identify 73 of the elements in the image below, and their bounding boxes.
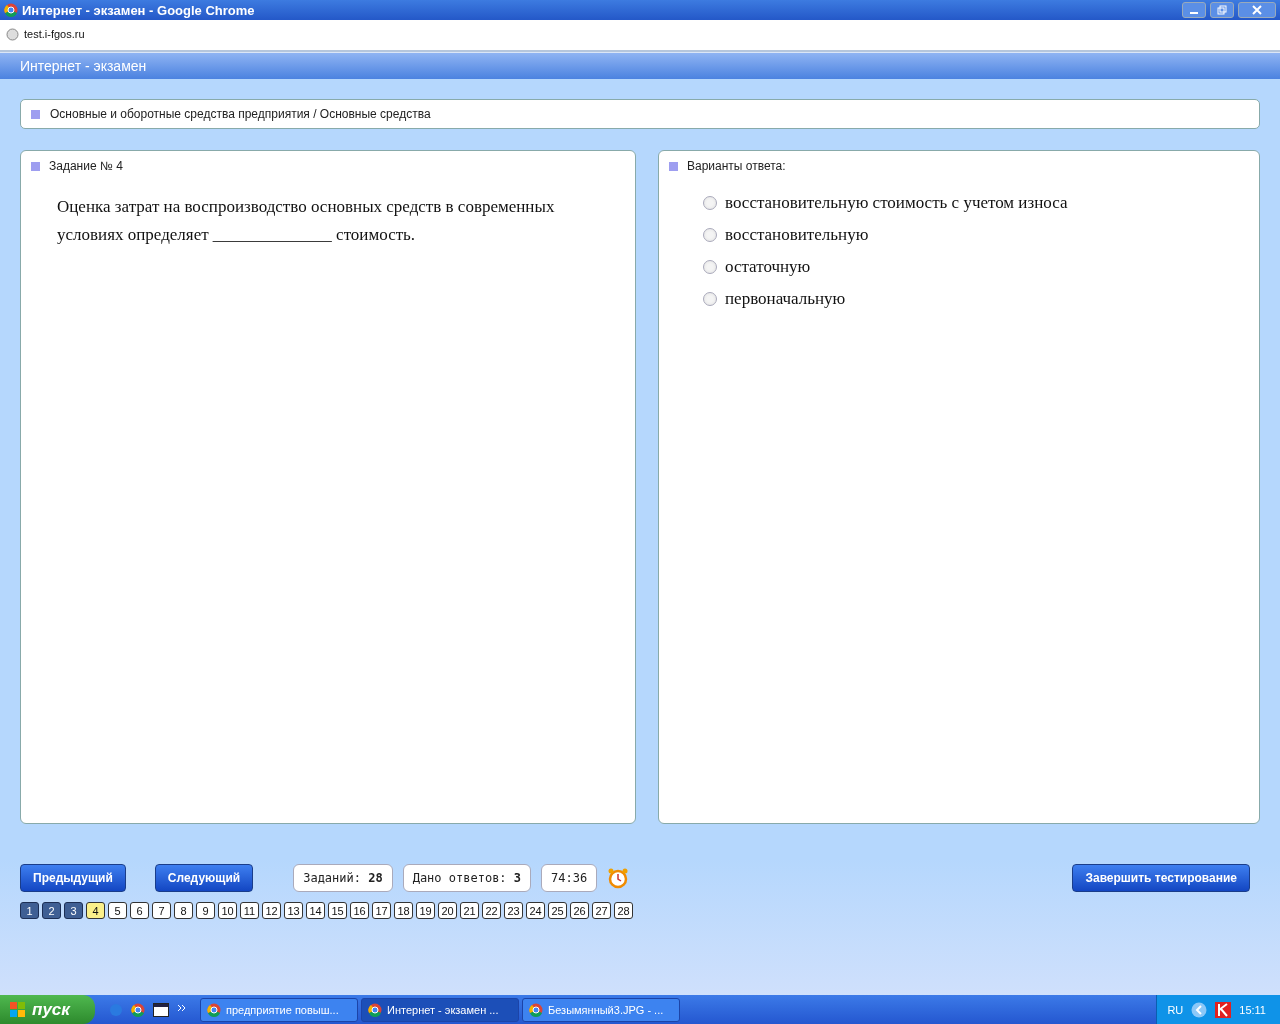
stat-label: Заданий: 28: [293, 864, 393, 892]
minimize-button[interactable]: [1182, 2, 1206, 18]
option-label: восстановительную стоимость с учетом износа: [725, 193, 1068, 213]
page-number-button[interactable]: 27: [592, 902, 611, 919]
page-number-button[interactable]: 25: [548, 902, 567, 919]
question-text: Оценка затрат на воспроизводство основных средств в современных условиях определяет ______________ стоимость.: [57, 196, 556, 246]
browser-logo-icon: [131, 1002, 145, 1017]
square-icon: [31, 161, 40, 171]
page-number-button[interactable]: 20: [438, 902, 457, 919]
page-number-button[interactable]: 24: [526, 902, 545, 919]
window-icon[interactable]: [153, 1002, 169, 1017]
restore-button[interactable]: [1210, 2, 1234, 18]
browser-logo-icon: [368, 1002, 382, 1017]
browser-logo-icon: [4, 3, 18, 17]
radio-button[interactable]: [703, 228, 717, 242]
page-number-button[interactable]: 28: [614, 902, 633, 919]
page-number-button[interactable]: 21: [460, 902, 479, 919]
taskbar-window-button[interactable]: Безымянный3.JPG - ...: [522, 997, 680, 1022]
option-label: остаточную: [725, 257, 811, 277]
breadcrumb-text: Основные и оборотные средства предприятия / Основные средства: [50, 107, 431, 121]
next-button[interactable]: Следующий: [154, 864, 254, 892]
previous-button[interactable]: Предыдущий: [20, 864, 126, 892]
page-number-button[interactable]: 6: [130, 902, 149, 919]
page-number-button[interactable]: 16: [350, 902, 369, 919]
url-text: test.i-fgos.ru: [24, 28, 85, 40]
page-number-button[interactable]: 11: [240, 902, 259, 919]
page-number-button[interactable]: 5: [108, 902, 127, 919]
stat-label: Дано ответов: 3: [402, 864, 532, 892]
option-label: восстановительную: [725, 225, 869, 245]
finish-button[interactable]: Завершить тестирование: [1072, 864, 1250, 892]
task-heading: Задание № 4: [49, 159, 123, 173]
page-number-button[interactable]: 13: [284, 902, 303, 919]
window-title: Интернет - экзамен - Google Chrome: [22, 2, 256, 18]
shield-k-icon[interactable]: [1215, 1001, 1232, 1018]
app-title: Интернет - экзамен: [20, 58, 147, 74]
page-number-button[interactable]: 12: [262, 902, 281, 919]
page-number-button[interactable]: 22: [482, 902, 501, 919]
page-number-button[interactable]: 10: [218, 902, 237, 919]
page-number-button[interactable]: 9: [196, 902, 215, 919]
page-number-button[interactable]: 18: [394, 902, 413, 919]
answers-heading: Варианты ответа:: [687, 159, 786, 173]
browser-logo-icon: [207, 1002, 221, 1017]
restore-icon: [1217, 5, 1227, 15]
option-label: первоначальную: [725, 289, 846, 309]
taskbar-window-button[interactable]: предприятие повыш...: [200, 997, 358, 1022]
alarm-clock-icon: [607, 867, 630, 889]
browser-logo-icon: [529, 1002, 543, 1017]
clock-text: 15:11: [1239, 1003, 1266, 1016]
page-number-button[interactable]: 19: [416, 902, 435, 919]
close-button[interactable]: [1238, 2, 1276, 18]
globe-icon: [6, 28, 19, 41]
minimize-icon: [1190, 12, 1198, 14]
page-number-button[interactable]: 15: [328, 902, 347, 919]
page-number-button[interactable]: 2: [42, 902, 61, 919]
page-number-button[interactable]: 14: [306, 902, 325, 919]
page-number-button[interactable]: 8: [174, 902, 193, 919]
radio-button[interactable]: [703, 196, 717, 210]
page-number-button[interactable]: 17: [372, 902, 391, 919]
page-number-button[interactable]: 1: [20, 902, 39, 919]
stat-label: 74:36: [541, 864, 598, 892]
page-number-button[interactable]: 26: [570, 902, 589, 919]
radio-button[interactable]: [703, 260, 717, 274]
windows-logo-icon: [10, 1001, 26, 1018]
chevron-icon[interactable]: [177, 1002, 187, 1013]
close-icon: [1252, 5, 1262, 15]
page-number-button[interactable]: 7: [152, 902, 171, 919]
taskbar-window-button[interactable]: Интернет - экзамен ...: [361, 997, 519, 1022]
page-number-button[interactable]: 4: [86, 902, 105, 919]
page-number-button[interactable]: 3: [64, 902, 83, 919]
square-icon: [669, 161, 678, 171]
square-icon: [31, 109, 40, 119]
page-number-button[interactable]: 23: [504, 902, 523, 919]
radio-button[interactable]: [703, 292, 717, 306]
